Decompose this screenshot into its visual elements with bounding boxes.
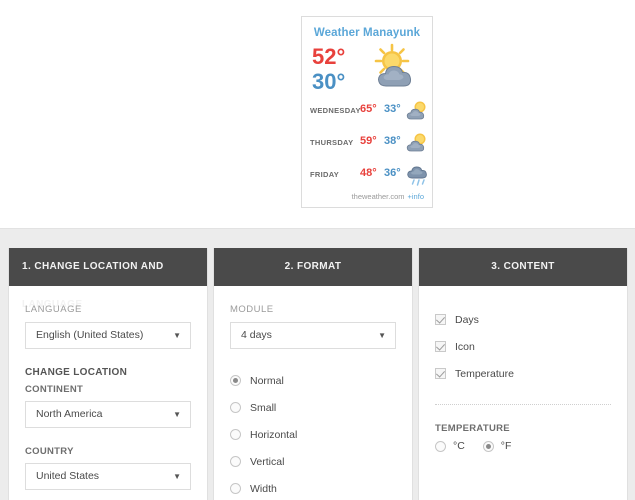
layout-option-label: Horizontal [250,428,298,441]
panel-3-header: 3. CONTENT [419,248,627,286]
sun-behind-cloud-icon [406,132,430,159]
current-conditions: 52° 30° [302,42,432,98]
chevron-down-icon: ▼ [173,331,181,340]
widget-preview-area: Weather Manayunk 52° 30° WEDNESDAY 65° 3… [0,0,635,228]
layout-option-label: Width [250,482,277,495]
forecast-row: FRIDAY 48° 36° [302,162,432,194]
layout-option-horizontal[interactable]: Horizontal [230,421,396,448]
checkbox-icon[interactable] [435,314,446,325]
content-option-label: Icon [455,340,475,353]
panels-container: 1. CHANGE LOCATION AND LANGUAGE LANGUAGE… [8,248,628,500]
temperature-label: TEMPERATURE [435,423,510,434]
temperature-unit-label: °F [500,440,512,452]
forecast-min-temp: 38° [384,135,401,147]
language-select-value: English (United States) [36,329,144,341]
temperature-unit-label: °C [453,440,465,452]
radio-icon[interactable] [230,429,241,440]
forecast-min-temp: 33° [384,103,401,115]
forecast-row: WEDNESDAY 65° 33° [302,98,432,130]
panel-2-header: 2. FORMAT [214,248,412,286]
forecast-day-label: THURSDAY [310,138,354,147]
layout-option-width[interactable]: Width [230,475,396,500]
radio-icon[interactable] [435,440,446,452]
section-divider [435,404,611,405]
module-label: MODULE [230,304,274,315]
chevron-down-icon: ▼ [378,331,386,340]
radio-icon[interactable] [230,483,241,494]
layout-option-label: Vertical [250,455,285,468]
rain-cloud-icon [406,164,432,193]
content-option-icon[interactable]: Icon [435,333,611,360]
checkbox-icon[interactable] [435,368,446,379]
temperature-unit-celsius[interactable]: °C [435,440,465,452]
widget-title: Weather Manayunk [313,27,421,39]
radio-icon[interactable] [482,440,494,452]
widget-source-label: theweather.com [351,192,405,201]
language-select[interactable]: English (United States) ▼ [25,322,191,349]
temperature-unit-fahrenheit[interactable]: °F [482,440,512,452]
continent-select[interactable]: North America ▼ [25,401,191,428]
chevron-down-icon: ▼ [173,410,181,419]
weather-widget: Weather Manayunk 52° 30° WEDNESDAY 65° 3… [301,16,433,208]
radio-icon[interactable] [230,456,241,467]
info-link[interactable]: +info [408,192,424,201]
layout-radio-group: Normal Small Horizontal Vertical Width [230,367,396,500]
current-max-temp: 52° [312,44,346,69]
forecast-max-temp: 65° [360,103,377,115]
content-option-temperature[interactable]: Temperature [435,360,611,387]
layout-option-vertical[interactable]: Vertical [230,448,396,475]
panel-change-location-and-language: 1. CHANGE LOCATION AND LANGUAGE LANGUAGE… [8,248,208,500]
panel-content: 3. CONTENT Days Icon Temperature TEMPERA… [418,248,628,500]
layout-option-normal[interactable]: Normal [230,367,396,394]
layout-option-small[interactable]: Small [230,394,396,421]
module-select-value: 4 days [241,329,272,341]
page-root: Weather Manayunk 52° 30° WEDNESDAY 65° 3… [0,0,635,500]
content-option-days[interactable]: Days [435,306,611,333]
panel-format: 2. FORMAT MODULE 4 days ▼ Normal Small H… [213,248,413,500]
language-label: LANGUAGE [25,304,82,315]
checkbox-icon[interactable] [435,341,446,352]
forecast-min-temp: 36° [384,167,401,179]
forecast-max-temp: 48° [360,167,377,179]
layout-option-label: Normal [250,374,284,387]
content-option-label: Days [455,313,479,326]
forecast-row: THURSDAY 59° 38° [302,130,432,162]
panel-1-header: 1. CHANGE LOCATION AND LANGUAGE [9,248,207,310]
radio-icon[interactable] [230,402,241,413]
continent-select-value: North America [36,408,103,420]
layout-option-label: Small [250,401,277,414]
change-location-label: CHANGE LOCATION [25,367,128,378]
country-select-value: United States [36,470,100,482]
continent-label: CONTINENT [25,384,84,395]
widget-footer: theweather.com +info [352,192,424,201]
sun-behind-cloud-icon [406,100,430,127]
radio-icon[interactable] [230,375,241,386]
forecast-max-temp: 59° [360,135,377,147]
configuration-area: 1. CHANGE LOCATION AND LANGUAGE LANGUAGE… [0,228,635,500]
current-temperatures: 52° 30° [312,44,345,94]
forecast-day-label: WEDNESDAY [310,106,361,115]
panel-2-body: MODULE 4 days ▼ Normal Small Horizontal … [214,286,412,500]
country-select[interactable]: United States ▼ [25,463,191,490]
forecast-day-label: FRIDAY [310,170,340,179]
country-label: COUNTRY [25,446,74,457]
temperature-unit-group: °C °F [435,440,611,452]
panel-3-body: Days Icon Temperature TEMPERATURE °C °F [419,286,627,452]
current-min-temp: 30° [312,69,346,94]
module-select[interactable]: 4 days ▼ [230,322,396,349]
sun-behind-cloud-icon [364,42,426,97]
content-option-label: Temperature [455,367,514,380]
chevron-down-icon: ▼ [173,472,181,481]
